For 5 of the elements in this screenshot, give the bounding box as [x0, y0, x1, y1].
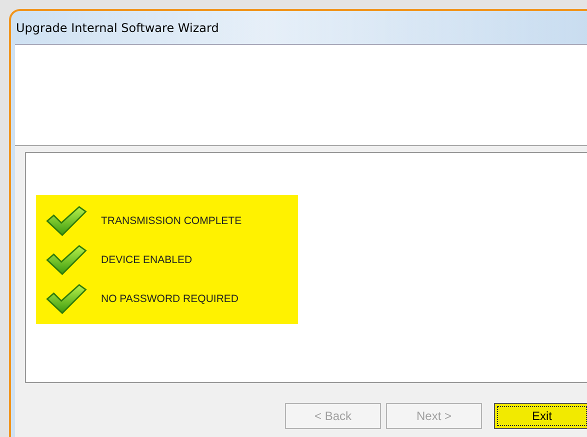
status-text: DEVICE ENABLED: [101, 254, 192, 266]
status-text: NO PASSWORD REQUIRED: [101, 292, 238, 304]
status-text: TRANSMISSION COMPLETE: [101, 214, 242, 226]
window-title: Upgrade Internal Software Wizard: [16, 20, 219, 34]
wizard-button[interactable]: Exit: [494, 403, 587, 429]
